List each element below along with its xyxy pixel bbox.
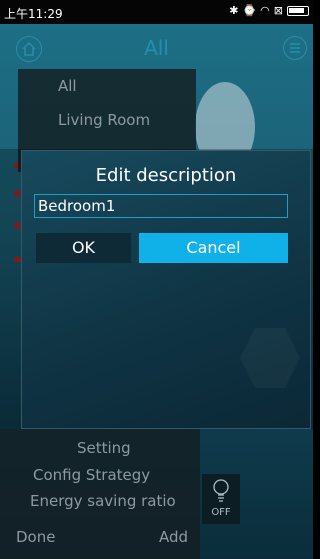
dialog-title: Edit description bbox=[95, 165, 237, 186]
room-item-all[interactable]: All bbox=[58, 77, 77, 95]
config-strategy-item[interactable]: Config Strategy bbox=[33, 466, 150, 484]
edit-description-dialog: Edit description OK Cancel bbox=[21, 150, 311, 429]
header: All bbox=[0, 24, 313, 72]
wifi-icon: ◠ bbox=[260, 4, 270, 17]
bluetooth-icon: ✱ bbox=[229, 4, 239, 17]
device-switch[interactable]: OFF bbox=[202, 474, 240, 524]
battery-icon bbox=[287, 5, 309, 16]
bottom-menu: Setting Config Strategy Energy saving ra… bbox=[0, 429, 200, 559]
hexagon-decoration bbox=[240, 328, 300, 388]
energy-saving-ratio-item[interactable]: Energy saving ratio bbox=[30, 492, 176, 510]
menu-icon[interactable] bbox=[283, 36, 307, 60]
device-state-label: OFF bbox=[211, 507, 231, 518]
status-icons: ✱ ⌚ ◠ ⊠ bbox=[229, 4, 309, 17]
room-item-living-room[interactable]: Living Room bbox=[58, 111, 150, 129]
done-button[interactable]: Done bbox=[16, 528, 55, 546]
setting-item[interactable]: Setting bbox=[77, 439, 131, 457]
alarm-icon: ⌚ bbox=[242, 4, 257, 17]
description-input[interactable] bbox=[34, 194, 288, 218]
status-bar: 上午11:29 ✱ ⌚ ◠ ⊠ bbox=[0, 0, 313, 24]
status-time: 上午11:29 bbox=[4, 7, 63, 21]
cancel-button[interactable]: Cancel bbox=[139, 233, 288, 263]
ok-button[interactable]: OK bbox=[36, 233, 131, 263]
page-title[interactable]: All bbox=[0, 36, 313, 60]
sim-icon: ⊠ bbox=[273, 4, 283, 17]
add-button[interactable]: Add bbox=[159, 528, 188, 546]
bulb-icon bbox=[213, 479, 229, 502]
